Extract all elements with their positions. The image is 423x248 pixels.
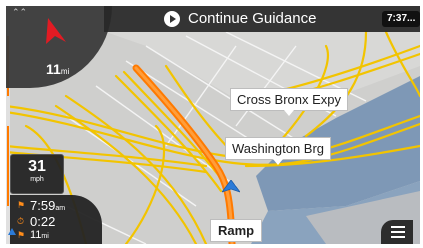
- edge-strip-segment: [7, 126, 9, 206]
- remaining-distance: 11mi: [30, 229, 49, 241]
- eta-value: 7:59am: [30, 198, 66, 213]
- road-label-cross-bronx[interactable]: Cross Bronx Expy: [230, 88, 349, 116]
- ramp-label: Ramp: [210, 219, 263, 242]
- flag-distance-icon: ⚑: [17, 230, 26, 240]
- speed-unit: mph: [30, 176, 44, 183]
- stopwatch-icon: ⏱: [17, 216, 25, 226]
- continue-guidance-button[interactable]: Continue Guidance: [188, 10, 316, 27]
- chevrons-up-icon: ⌃⌃: [12, 7, 28, 17]
- speed-display: 31 mph: [10, 154, 64, 194]
- north-arrow-icon: [46, 18, 66, 44]
- hamburger-menu-icon[interactable]: [381, 220, 413, 244]
- flag-clock-icon: ⚑: [17, 200, 26, 210]
- navigation-screen: ⌃⌃ 11mi Continue Guidance 7:37... Cross …: [6, 6, 420, 244]
- speed-value: 31: [28, 158, 46, 175]
- guidance-bar: Continue Guidance 7:37...: [104, 6, 420, 32]
- play-icon[interactable]: [164, 11, 180, 27]
- road-label-washington[interactable]: Washington Brg: [225, 137, 332, 165]
- clock-display: 7:37...: [382, 11, 420, 27]
- position-pin-icon: [8, 228, 16, 235]
- remaining-time: 0:22: [30, 214, 56, 229]
- current-position-icon: [222, 180, 240, 193]
- next-turn-distance: 11mi: [46, 61, 70, 77]
- trip-info-panel[interactable]: ⚑ 7:59am ⏱ 0:22 ⚑ 11mi: [10, 195, 102, 244]
